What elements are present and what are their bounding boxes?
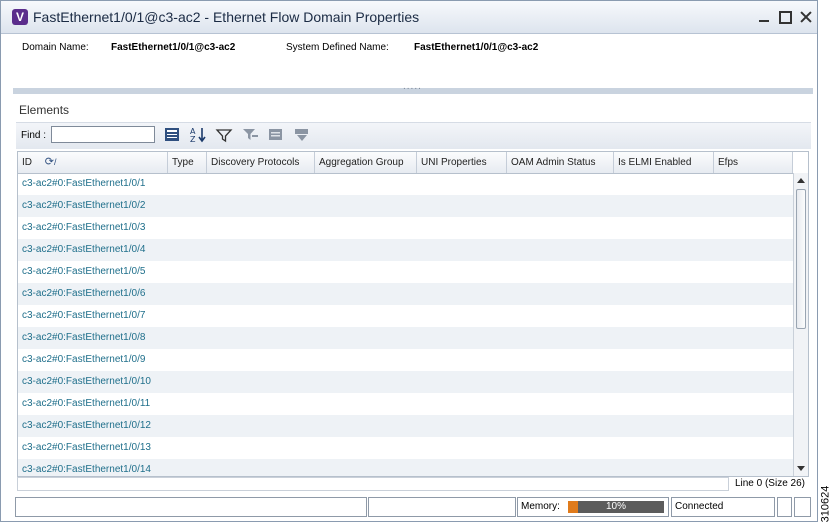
- maximize-button[interactable]: [776, 8, 794, 26]
- filter-options-icon[interactable]: [293, 126, 311, 144]
- find-label: Find :: [21, 130, 47, 141]
- connection-status: Connected: [671, 497, 775, 517]
- status-bar: Memory: 10% Connected: [13, 497, 813, 519]
- table-row[interactable]: c3-ac2#0:FastEthernet1/0/1: [18, 173, 793, 195]
- table-row[interactable]: c3-ac2#0:FastEthernet1/0/7: [18, 305, 793, 327]
- scroll-up-icon[interactable]: [797, 178, 805, 183]
- advanced-filter-icon[interactable]: [241, 126, 259, 144]
- scroll-down-icon[interactable]: [797, 466, 805, 471]
- properties-window: V FastEthernet1/0/1@c3-ac2 - Ethernet Fl…: [0, 0, 818, 522]
- table-row[interactable]: c3-ac2#0:FastEthernet1/0/14: [18, 459, 793, 476]
- table-row[interactable]: c3-ac2#0:FastEthernet1/0/12: [18, 415, 793, 437]
- table-row[interactable]: c3-ac2#0:FastEthernet1/0/13: [18, 437, 793, 459]
- table-row[interactable]: c3-ac2#0:FastEthernet1/0/8: [18, 327, 793, 349]
- properties-panel: Domain Name: FastEthernet1/0/1@c3-ac2 Sy…: [13, 34, 813, 88]
- table-row[interactable]: c3-ac2#0:FastEthernet1/0/11: [18, 393, 793, 415]
- sort-indicator-icon: ⟳: [44, 156, 54, 168]
- table-row[interactable]: c3-ac2#0:FastEthernet1/0/5: [18, 261, 793, 283]
- status-cell-2: [368, 497, 516, 517]
- table-row[interactable]: c3-ac2#0:FastEthernet1/0/10: [18, 371, 793, 393]
- system-name-label: System Defined Name:: [286, 42, 389, 53]
- column-header-is-elmi-enabled[interactable]: Is ELMI Enabled: [614, 152, 714, 173]
- sort-icon[interactable]: AZ: [189, 126, 207, 144]
- panel-splitter[interactable]: [13, 81, 813, 94]
- domain-name-value: FastEthernet1/0/1@c3-ac2: [111, 42, 236, 53]
- elements-table: ID ⟳/ Type Discovery Protocols Aggregati…: [17, 151, 809, 477]
- column-header-uni-properties[interactable]: UNI Properties: [417, 152, 507, 173]
- memory-bar: 10%: [568, 501, 664, 513]
- clear-filter-icon[interactable]: [267, 126, 285, 144]
- table-row[interactable]: c3-ac2#0:FastEthernet1/0/3: [18, 217, 793, 239]
- find-input[interactable]: [51, 126, 155, 143]
- column-header-type[interactable]: Type: [168, 152, 207, 173]
- svg-text:Z: Z: [190, 135, 196, 144]
- column-header-id[interactable]: ID ⟳/: [18, 152, 168, 173]
- status-message-cell: [15, 497, 367, 517]
- figure-id: 310624: [819, 485, 832, 523]
- system-name-value: FastEthernet1/0/1@c3-ac2: [414, 42, 539, 53]
- table-body: c3-ac2#0:FastEthernet1/0/1 c3-ac2#0:Fast…: [18, 173, 793, 476]
- vertical-scrollbar[interactable]: [793, 173, 808, 476]
- column-header-discovery-protocols[interactable]: Discovery Protocols: [207, 152, 315, 173]
- status-cell-6: [794, 497, 811, 517]
- app-icon: V: [12, 9, 28, 25]
- memory-label: Memory:: [521, 501, 560, 512]
- minimize-button[interactable]: [755, 8, 773, 26]
- elements-section-label: Elements: [19, 103, 70, 117]
- filter-icon[interactable]: [215, 126, 233, 144]
- status-cell-5: [777, 497, 792, 517]
- elements-toolbar: Find : AZ: [16, 122, 811, 149]
- table-row[interactable]: c3-ac2#0:FastEthernet1/0/2: [18, 195, 793, 217]
- column-header-aggregation-group[interactable]: Aggregation Group: [315, 152, 417, 173]
- table-row[interactable]: c3-ac2#0:FastEthernet1/0/4: [18, 239, 793, 261]
- table-row[interactable]: c3-ac2#0:FastEthernet1/0/6: [18, 283, 793, 305]
- table-row[interactable]: c3-ac2#0:FastEthernet1/0/9: [18, 349, 793, 371]
- table-header: ID ⟳/ Type Discovery Protocols Aggregati…: [18, 152, 793, 174]
- title-bar[interactable]: V FastEthernet1/0/1@c3-ac2 - Ethernet Fl…: [1, 1, 817, 34]
- domain-name-label: Domain Name:: [22, 42, 89, 53]
- column-header-efps[interactable]: Efps: [714, 152, 793, 173]
- scrollbar-thumb[interactable]: [796, 189, 806, 329]
- line-info-bar: Line 0 (Size 26): [17, 477, 809, 491]
- line-info-text: Line 0 (Size 26): [734, 478, 805, 489]
- memory-cell: Memory: 10%: [517, 497, 669, 517]
- window-title: FastEthernet1/0/1@c3-ac2 - Ethernet Flow…: [33, 9, 420, 25]
- memory-percent: 10%: [605, 501, 626, 512]
- export-icon[interactable]: [163, 126, 181, 144]
- close-button[interactable]: [797, 8, 815, 26]
- column-header-oam-admin-status[interactable]: OAM Admin Status: [507, 152, 614, 173]
